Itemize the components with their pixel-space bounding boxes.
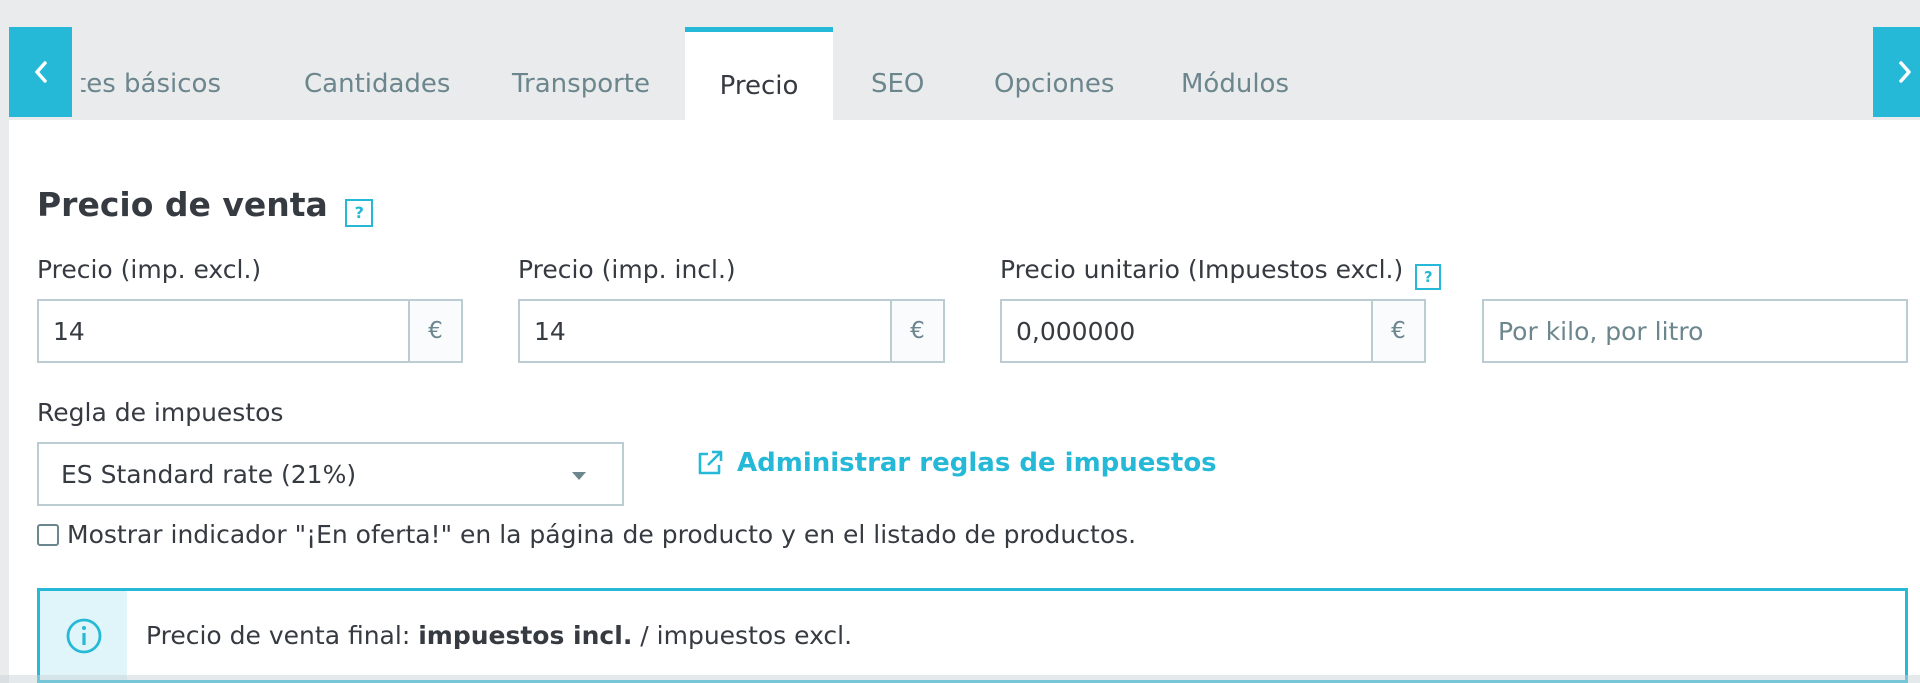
tab-clip: Ajustes básicos [81,27,246,120]
section-title-text: Precio de venta [37,185,328,224]
price-incl-label: Precio (imp. incl.) [518,255,736,284]
alert-icon-box [40,591,127,680]
unit-price-label: Precio unitario (Impuestos excl.) ? [1000,255,1442,290]
currency-addon: € [890,301,943,361]
price-excl-input[interactable] [39,301,408,361]
help-icon[interactable]: ? [1415,264,1442,290]
price-excl-label: Precio (imp. excl.) [37,255,262,284]
price-excl-group: € [37,299,463,363]
tab-options[interactable]: Opciones [994,27,1114,120]
tax-rule-selected: ES Standard rate (21%) [61,459,357,489]
tab-basic-settings[interactable]: Ajustes básicos [81,27,221,120]
alert-text: Precio de venta final: impuestos incl. /… [127,621,852,650]
alert-prefix: Precio de venta final: [146,621,419,650]
tax-rule-label: Regla de impuestos [37,398,284,427]
price-incl-group: € [518,299,945,363]
help-icon[interactable]: ? [345,198,374,227]
unity-input[interactable] [1482,299,1908,363]
bottom-shade [0,675,1920,683]
tab-bar: Ajustes básicos Cantidades Transporte Pr… [9,0,1920,120]
price-incl-input[interactable] [520,301,890,361]
chevron-right-icon [1898,61,1911,83]
manage-tax-rules-link[interactable]: Administrar reglas de impuestos [695,443,1217,483]
unit-price-group: € [1000,299,1426,363]
currency-addon: € [1371,301,1424,361]
tax-rule-select[interactable]: ES Standard rate (21%) [37,442,624,506]
tab-shipping[interactable]: Transporte [512,27,650,120]
unit-price-label-text: Precio unitario (Impuestos excl.) [1000,255,1404,284]
final-price-alert: Precio de venta final: impuestos incl. /… [37,588,1908,683]
alert-suffix: / impuestos excl. [632,621,853,650]
tab-quantities[interactable]: Cantidades [304,27,450,120]
caret-down-icon [572,472,586,480]
info-icon [66,618,101,653]
chevron-left-icon [34,61,47,83]
on-sale-row: Mostrar indicador "¡En oferta!" en la pá… [37,520,1136,549]
tab-seo[interactable]: SEO [871,27,924,120]
on-sale-checkbox[interactable] [37,523,59,546]
currency-addon: € [408,301,461,361]
on-sale-label: Mostrar indicador "¡En oferta!" en la pá… [67,520,1137,549]
external-link-icon [698,450,723,475]
section-title: Precio de venta ? [37,185,374,227]
tab-prev-button[interactable] [9,27,72,117]
manage-tax-rules-label: Administrar reglas de impuestos [737,448,1217,478]
unit-price-input[interactable] [1002,301,1371,361]
tab-pricing[interactable]: Precio [685,27,833,120]
alert-bold: impuestos incl. [418,621,633,650]
tab-next-button[interactable] [1873,27,1920,117]
tab-modules[interactable]: Módulos [1181,27,1289,120]
